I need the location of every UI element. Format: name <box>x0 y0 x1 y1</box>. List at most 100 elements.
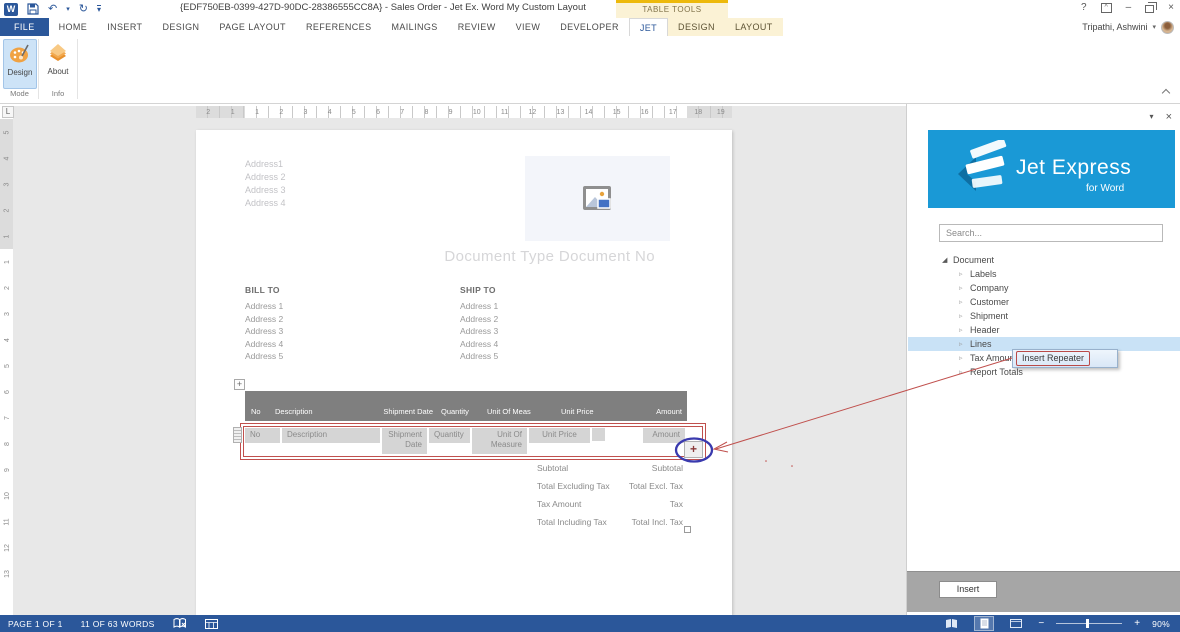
design-mode-button[interactable]: Design <box>3 39 37 89</box>
ribbon-tabs: FILEHOMEINSERTDESIGNPAGE LAYOUTREFERENCE… <box>0 18 668 36</box>
account-area[interactable]: Tripathi, Ashwini ▾ <box>1082 18 1174 36</box>
content-control-chip[interactable]: Unit Of Measure <box>472 428 527 454</box>
insert-repeater-tooltip[interactable]: Insert Repeater <box>1012 349 1118 368</box>
collapse-ribbon-icon[interactable] <box>1162 88 1170 96</box>
tree-item[interactable]: ▹ Customer <box>908 295 1180 309</box>
redo-icon[interactable]: ↻ <box>79 2 88 16</box>
image-placeholder[interactable] <box>525 156 670 241</box>
contextual-tab[interactable]: DESIGN <box>668 18 725 36</box>
tree-item[interactable]: ▹ Company <box>908 281 1180 295</box>
content-control-chip[interactable] <box>592 428 605 441</box>
page-indicator[interactable]: PAGE 1 OF 1 <box>8 619 63 629</box>
read-mode-button[interactable] <box>942 616 962 631</box>
zoom-out-button[interactable]: − <box>1038 619 1044 629</box>
ribbon-tab[interactable]: FILE <box>0 18 49 36</box>
help-icon[interactable]: ? <box>1081 2 1087 14</box>
table-field-cell: Description <box>282 428 382 443</box>
expander-icon[interactable]: ▹ <box>959 270 970 278</box>
web-layout-button[interactable] <box>1006 616 1026 631</box>
ribbon-tab[interactable]: JET <box>629 18 668 36</box>
user-dropdown-icon[interactable]: ▾ <box>1152 23 1156 31</box>
ribbon-tab[interactable]: HOME <box>49 18 98 36</box>
ribbon-tab[interactable]: REVIEW <box>448 18 506 36</box>
content-control-chip[interactable]: Unit Price <box>529 428 590 443</box>
totals-value[interactable]: Subtotal <box>652 463 683 473</box>
avatar[interactable] <box>1161 21 1174 34</box>
totals-label: Total Excluding Tax <box>537 481 610 491</box>
totals-value[interactable]: Total Excl. Tax <box>629 481 683 491</box>
content-control-chip[interactable]: Quantity <box>429 428 470 443</box>
undo-dropdown-icon[interactable]: ▾ <box>66 5 70 13</box>
ribbon-display-options-icon[interactable]: ^ <box>1101 3 1112 13</box>
ribbon-tab[interactable]: MAILINGS <box>381 18 447 36</box>
expander-icon[interactable]: ▹ <box>959 284 970 292</box>
word-app-icon[interactable]: W <box>4 3 18 16</box>
totals-value[interactable]: Total Incl. Tax <box>632 517 683 527</box>
tree-item[interactable]: ▹ Header <box>908 323 1180 337</box>
content-control-chip[interactable]: Description <box>282 428 380 443</box>
document-title-placeholder[interactable]: Document Type Document No <box>420 248 655 265</box>
table-header-cell: No <box>245 407 275 416</box>
contextual-tab-group: TABLE TOOLS <box>616 0 728 18</box>
ribbon-tab[interactable]: INSERT <box>97 18 152 36</box>
zoom-slider-thumb[interactable] <box>1086 619 1089 628</box>
tree-item-label: Report Totals <box>970 367 1023 377</box>
tree-item[interactable]: ▹ Shipment <box>908 309 1180 323</box>
expander-icon[interactable]: ▹ <box>959 312 970 320</box>
expander-icon[interactable]: ▹ <box>959 340 970 348</box>
contextual-tab[interactable]: LAYOUT <box>725 18 783 36</box>
tab-stop-selector[interactable]: L <box>2 106 14 118</box>
ribbon-tab[interactable]: REFERENCES <box>296 18 382 36</box>
insert-row-plus-button[interactable]: + <box>684 441 703 458</box>
ribbon-tab[interactable]: DEVELOPER <box>550 18 629 36</box>
tree-item-label: Header <box>970 325 1000 335</box>
zoom-slider[interactable] <box>1056 623 1122 624</box>
window-controls: ? ^ – × <box>1081 2 1174 14</box>
close-icon[interactable]: × <box>1168 2 1174 14</box>
ruler-number: 9 <box>0 468 20 472</box>
expander-icon[interactable]: ▹ <box>959 298 970 306</box>
expander-icon[interactable]: ▹ <box>959 326 970 334</box>
customize-qat-icon[interactable]: ▾ <box>97 5 101 14</box>
macro-icon[interactable] <box>205 619 218 629</box>
ribbon-tab[interactable]: VIEW <box>506 18 551 36</box>
print-layout-button[interactable] <box>974 616 994 631</box>
about-button[interactable]: About <box>41 39 75 89</box>
ribbon-tab-row: FILEHOMEINSERTDESIGNPAGE LAYOUTREFERENCE… <box>0 18 1180 36</box>
ship-to-heading: SHIP TO <box>460 285 498 295</box>
tree-item-label: Customer <box>970 297 1009 307</box>
search-input[interactable] <box>939 224 1163 242</box>
save-icon[interactable] <box>27 3 39 15</box>
content-control-chip[interactable]: No <box>245 428 280 443</box>
expander-icon[interactable]: ▹ <box>959 354 970 362</box>
ribbon-tab[interactable]: PAGE LAYOUT <box>209 18 296 36</box>
ribbon-tab[interactable]: DESIGN <box>152 18 209 36</box>
expander-icon[interactable]: ◢ <box>942 256 953 264</box>
ruler-number: 2 <box>206 109 210 116</box>
pane-close-icon[interactable]: × <box>1166 110 1172 124</box>
table-move-handle[interactable]: + <box>234 379 245 390</box>
expander-icon[interactable]: ▹ <box>959 368 970 376</box>
zoom-level[interactable]: 90% <box>1152 619 1170 629</box>
proofing-errors-icon[interactable] <box>173 618 187 629</box>
restore-icon[interactable] <box>1145 5 1154 13</box>
pane-options-icon[interactable]: ▾ <box>1150 110 1154 124</box>
document-page[interactable]: Address1Address 2Address 3Address 4 Docu… <box>196 130 732 615</box>
content-control-chip[interactable]: Shipment Date <box>382 428 427 454</box>
ruler-number: 8 <box>0 442 20 446</box>
content-control-checkbox[interactable] <box>684 526 691 533</box>
row-drag-handle[interactable] <box>233 427 242 443</box>
minimize-icon[interactable]: – <box>1126 2 1132 14</box>
table-field-cell: No <box>245 428 282 443</box>
word-count[interactable]: 11 OF 63 WORDS <box>81 619 155 629</box>
tree-item[interactable]: ▹ Labels <box>908 267 1180 281</box>
company-address-line: Address 3 <box>245 184 286 197</box>
undo-icon[interactable]: ↶ <box>48 2 57 16</box>
insert-button[interactable]: Insert <box>939 581 997 598</box>
totals-value[interactable]: Tax <box>670 499 683 509</box>
ship-to-line: Address 3 <box>460 325 498 338</box>
tree-item[interactable]: ◢ Document <box>908 253 1180 267</box>
table-field-cell: Quantity <box>429 428 472 443</box>
content-control-chip[interactable]: Amount <box>643 428 685 443</box>
zoom-in-button[interactable]: + <box>1134 619 1140 629</box>
